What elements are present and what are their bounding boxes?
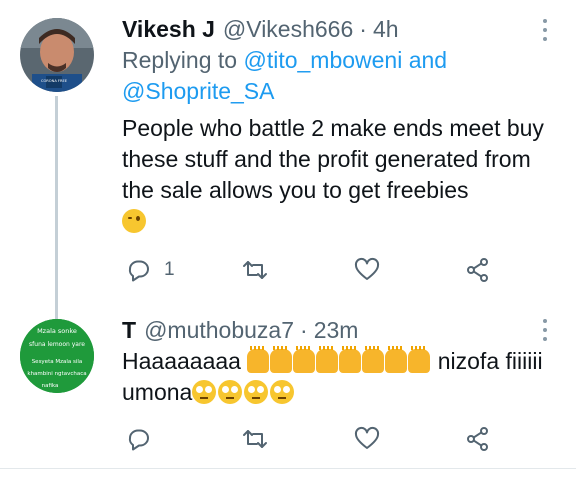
avatar[interactable]: CORONA FREE bbox=[20, 18, 94, 92]
eye-roll-emoji-group bbox=[192, 379, 296, 405]
more-options-icon[interactable] bbox=[542, 319, 548, 341]
svg-text:CORONA FREE: CORONA FREE bbox=[41, 79, 68, 83]
separator: · bbox=[300, 317, 308, 343]
tweet-actions: 1 bbox=[122, 256, 498, 284]
retweet-button[interactable] bbox=[242, 256, 268, 284]
tweet-content: Vikesh J @Vikesh666 · 4h Replying to @ti… bbox=[122, 14, 546, 237]
tweet-header: Vikesh J @Vikesh666 · 4h bbox=[122, 14, 546, 44]
retweet-icon bbox=[243, 430, 267, 448]
timestamp[interactable]: 23m bbox=[314, 315, 359, 345]
reply-button[interactable] bbox=[126, 425, 152, 453]
svg-text:Sesyeta Mzala sila: Sesyeta Mzala sila bbox=[32, 359, 83, 365]
tweet-text: People who battle 2 make ends meet buy t… bbox=[122, 113, 546, 237]
tweet-text-start: Haaaaaaaa bbox=[122, 348, 241, 374]
display-name[interactable]: Vikesh J bbox=[122, 14, 215, 44]
like-button[interactable] bbox=[354, 425, 380, 453]
tweet-text-body: People who battle 2 make ends meet buy t… bbox=[122, 115, 544, 203]
svg-text:nafika: nafika bbox=[42, 383, 59, 389]
reply-count: 1 bbox=[164, 259, 175, 280]
thread-line bbox=[55, 96, 58, 320]
reply-icon bbox=[128, 429, 149, 451]
share-icon bbox=[467, 258, 488, 282]
svg-text:Mzala sonke: Mzala sonke bbox=[37, 327, 77, 335]
user-handle[interactable]: @muthobuza7 bbox=[144, 315, 294, 345]
separator: · bbox=[359, 16, 367, 42]
tweet-content: T @muthobuza7 · 23m Haaaaaaaa nizofa fii… bbox=[122, 315, 546, 408]
replying-to: Replying to @tito_mboweni and @Shoprite_… bbox=[122, 45, 546, 107]
like-button[interactable] bbox=[354, 256, 380, 284]
tweet[interactable]: Mzala sonke sfuna lemoon yare Sesyeta Mz… bbox=[0, 300, 576, 468]
retweet-button[interactable] bbox=[242, 425, 268, 453]
retweet-icon bbox=[243, 261, 267, 279]
winking-face-emoji bbox=[122, 209, 146, 233]
share-button[interactable] bbox=[465, 425, 491, 453]
replying-to-label: Replying to bbox=[122, 47, 238, 73]
divider bbox=[0, 468, 576, 469]
display-name[interactable]: T bbox=[122, 315, 136, 345]
avatar[interactable]: Mzala sonke sfuna lemoon yare Sesyeta Mz… bbox=[20, 319, 94, 393]
user-handle[interactable]: @Vikesh666 bbox=[223, 14, 353, 44]
svg-text:khambini ngtavchaca: khambini ngtavchaca bbox=[27, 371, 86, 377]
timestamp[interactable]: 4h bbox=[373, 14, 399, 44]
reply-icon bbox=[128, 260, 149, 282]
more-options-icon[interactable] bbox=[542, 19, 548, 41]
tweet-header: T @muthobuza7 · 23m bbox=[122, 315, 546, 345]
share-button[interactable] bbox=[465, 256, 491, 284]
svg-text:sfuna lemoon yare: sfuna lemoon yare bbox=[29, 341, 85, 348]
reply-button[interactable]: 1 bbox=[126, 256, 175, 284]
share-icon bbox=[467, 427, 488, 451]
heart-icon bbox=[354, 257, 380, 280]
tweet[interactable]: CORONA FREE Vikesh J @Vikesh666 · 4h Rep… bbox=[0, 0, 576, 320]
heart-icon bbox=[354, 426, 380, 449]
tweet-text: Haaaaaaaa nizofa fiiiiii umona bbox=[122, 346, 546, 408]
raising-hands-emoji-group bbox=[247, 346, 431, 374]
tweet-actions bbox=[122, 425, 498, 453]
